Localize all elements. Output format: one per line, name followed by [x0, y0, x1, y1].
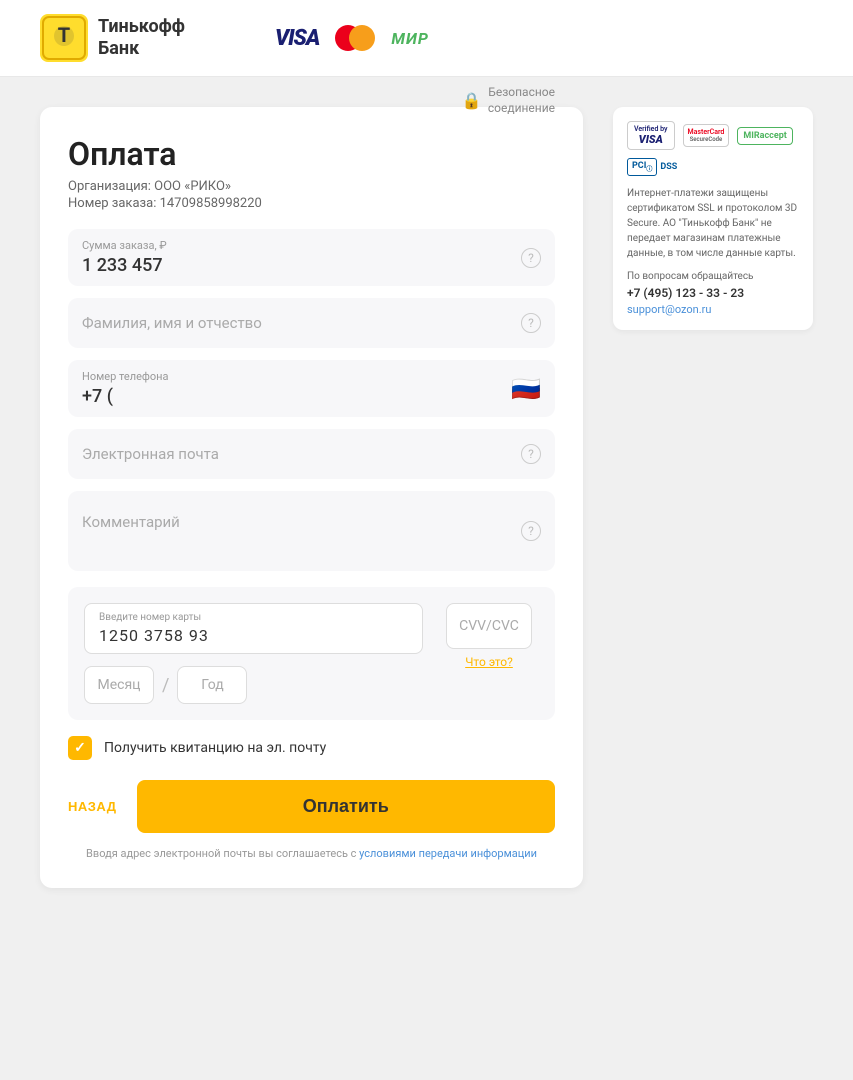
card-section: Введите номер карты 1250 3758 93 Месяц /…: [68, 587, 555, 720]
payment-logos: VISA МИР: [275, 25, 429, 51]
year-field[interactable]: Год: [177, 666, 247, 704]
field-group: Сумма заказа, ₽ 1 233 457 ? Фамилия, имя…: [68, 229, 555, 571]
pay-button[interactable]: Оплатить: [137, 780, 555, 833]
mastercard-logo: [335, 25, 375, 51]
cvv-link[interactable]: Что это?: [465, 655, 513, 669]
back-button[interactable]: НАЗАД: [68, 799, 117, 814]
org-info: Организация: ООО «РИКО»: [68, 179, 262, 194]
visa-logo: VISA: [275, 26, 319, 51]
terms-link[interactable]: условиями передачи информации: [359, 847, 537, 860]
main-content: Оплата Организация: ООО «РИКО» Номер зак…: [0, 77, 853, 918]
security-logos-card: Verified by VISA MasterCard SecureCode M…: [613, 107, 813, 330]
page-title: Оплата: [68, 135, 262, 173]
order-info: Номер заказа: 14709858998220: [68, 196, 262, 211]
amount-label: Сумма заказа, ₽: [82, 239, 541, 252]
terms-text: Вводя адрес электронной почты вы соглаша…: [68, 847, 555, 860]
action-row: НАЗАД Оплатить: [68, 780, 555, 833]
slash-divider: /: [162, 675, 169, 696]
phone-label: Номер телефона: [82, 370, 169, 383]
card-number-wrapper[interactable]: Введите номер карты 1250 3758 93: [84, 603, 423, 654]
cert-logos-row: Verified by VISA MasterCard SecureCode M…: [627, 121, 799, 150]
phone-input-area: Номер телефона +7 (: [82, 370, 169, 407]
expiry-row: Месяц / Год: [84, 666, 423, 704]
verified-visa-badge: Verified by VISA: [627, 121, 675, 150]
support-phone: +7 (495) 123 - 33 - 23: [627, 286, 799, 300]
header: Т Тинькофф Банк VISA МИР: [0, 0, 853, 77]
support-label: По вопросам обращайтесь: [627, 271, 799, 282]
fullname-field[interactable]: Фамилия, имя и отчество ?: [68, 298, 555, 348]
month-field[interactable]: Месяц: [84, 666, 154, 704]
email-placeholder: Электронная почта: [82, 439, 541, 469]
visa-small-label: VISA: [639, 133, 663, 146]
comment-field[interactable]: Комментарий ?: [68, 491, 555, 571]
email-help-icon[interactable]: ?: [521, 444, 541, 464]
mc-orange-circle: [349, 25, 375, 51]
bank-name: Тинькофф Банк: [98, 16, 185, 59]
receipt-checkbox[interactable]: ✓: [68, 736, 92, 760]
card-number-label: Введите номер карты: [99, 612, 408, 623]
secure-badge: 🔒 Безопасное соединение: [462, 85, 555, 116]
pci-badge: PCIⓘ DSS: [627, 158, 799, 176]
pci-label: PCIⓘ: [627, 158, 657, 176]
amount-field: Сумма заказа, ₽ 1 233 457 ?: [68, 229, 555, 286]
comment-inner: Комментарий: [82, 501, 541, 537]
mc-secure-line1: MasterCard: [688, 128, 725, 136]
mir-logo: МИР: [391, 29, 428, 48]
svg-text:Т: Т: [58, 23, 70, 47]
form-header-row: Оплата Организация: ООО «РИКО» Номер зак…: [68, 135, 555, 213]
phone-field[interactable]: Номер телефона +7 ( 🇷🇺: [68, 360, 555, 417]
phone-value: +7 (: [82, 386, 169, 407]
russia-flag-icon: 🇷🇺: [511, 375, 541, 403]
comment-help-icon[interactable]: ?: [521, 521, 541, 541]
receipt-label: Получить квитанцию на эл. почту: [104, 740, 326, 756]
amount-help-icon[interactable]: ?: [521, 248, 541, 268]
verified-text: Verified by: [634, 125, 668, 133]
mc-secure-badge: MasterCard SecureCode: [683, 124, 730, 147]
secure-text: Безопасное соединение: [488, 85, 555, 116]
support-email: support@ozon.ru: [627, 303, 799, 316]
card-right: CVV/CVC Что это?: [439, 603, 539, 704]
fullname-placeholder: Фамилия, имя и отчество: [82, 308, 541, 338]
card-section-inner: Введите номер карты 1250 3758 93 Месяц /…: [84, 603, 539, 704]
card-left: Введите номер карты 1250 3758 93 Месяц /…: [84, 603, 423, 704]
lock-icon: 🔒: [462, 91, 482, 110]
right-sidebar: Verified by VISA MasterCard SecureCode M…: [613, 107, 813, 888]
checkmark-icon: ✓: [74, 740, 86, 756]
phone-field-inner: Номер телефона +7 ( 🇷🇺: [82, 370, 541, 407]
tinkoff-logo-icon: Т: [40, 14, 88, 62]
fullname-help-icon[interactable]: ?: [521, 313, 541, 333]
comment-placeholder: Комментарий: [82, 507, 541, 537]
card-number-value: 1250 3758 93: [99, 626, 408, 645]
title-col: Оплата Организация: ООО «РИКО» Номер зак…: [68, 135, 262, 213]
receipt-checkbox-row: ✓ Получить квитанцию на эл. почту: [68, 736, 555, 760]
dss-label: DSS: [660, 162, 677, 172]
bank-logo: Т Тинькофф Банк: [40, 14, 185, 62]
security-description: Интернет-платежи защищены сертификатом S…: [627, 186, 799, 261]
cvv-field[interactable]: CVV/CVC: [446, 603, 532, 649]
amount-value: 1 233 457: [82, 255, 541, 276]
mc-secure-line2: SecureCode: [690, 136, 723, 143]
email-field[interactable]: Электронная почта ?: [68, 429, 555, 479]
payment-form-card: Оплата Организация: ООО «РИКО» Номер зак…: [40, 107, 583, 888]
mir-accept-badge: MIRaccept: [737, 127, 792, 145]
